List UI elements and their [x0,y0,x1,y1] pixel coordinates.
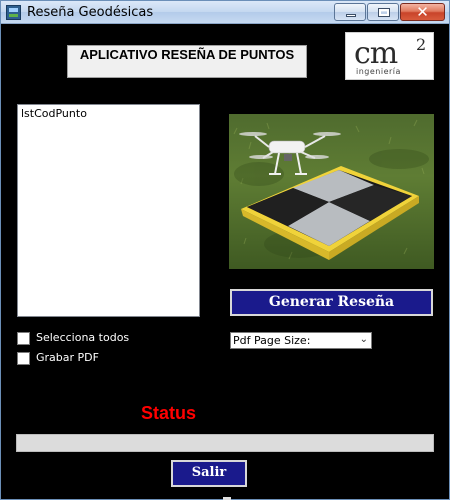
window-title: Reseña Geodésicas [27,5,154,20]
status-label: Status [141,403,197,423]
generate-report-button[interactable]: Generar Reseña [230,289,433,316]
app-title-label: APLICATIVO RESEÑA DE PUNTOS [67,45,307,78]
logo-main-text: cm [354,36,398,71]
title-bar[interactable]: Reseña Geodésicas ✕ [1,1,449,24]
list-item[interactable]: lstCodPunto [21,107,87,120]
close-icon: ✕ [416,3,429,21]
drone-photo [229,114,434,269]
minimize-icon [346,14,356,17]
maximize-button[interactable] [367,3,399,21]
chevron-down-icon[interactable]: ⌄ [360,334,368,345]
pdf-page-size-value: Pdf Page Size: [233,334,311,347]
select-all-checkbox[interactable] [17,332,30,345]
point-code-listbox[interactable]: lstCodPunto [17,104,200,317]
pdf-page-size-select[interactable]: Pdf Page Size: ⌄ [230,332,372,349]
close-button[interactable]: ✕ [400,3,445,21]
main-window: Reseña Geodésicas ✕ APLICATIVO RESEÑA DE… [0,0,450,500]
save-pdf-checkbox[interactable] [17,352,30,365]
select-all-label[interactable]: Selecciona todos [36,331,129,344]
save-pdf-label[interactable]: Grabar PDF [36,351,99,364]
logo-subtitle: ingeniería [356,67,401,76]
minimize-button[interactable] [334,3,366,21]
status-bar [16,434,434,452]
exit-button[interactable]: Salir [171,460,247,487]
maximize-icon [378,8,390,17]
logo-superscript: 2 [416,35,427,54]
company-logo: cm 2 ingeniería [345,32,434,80]
app-icon [6,5,21,20]
